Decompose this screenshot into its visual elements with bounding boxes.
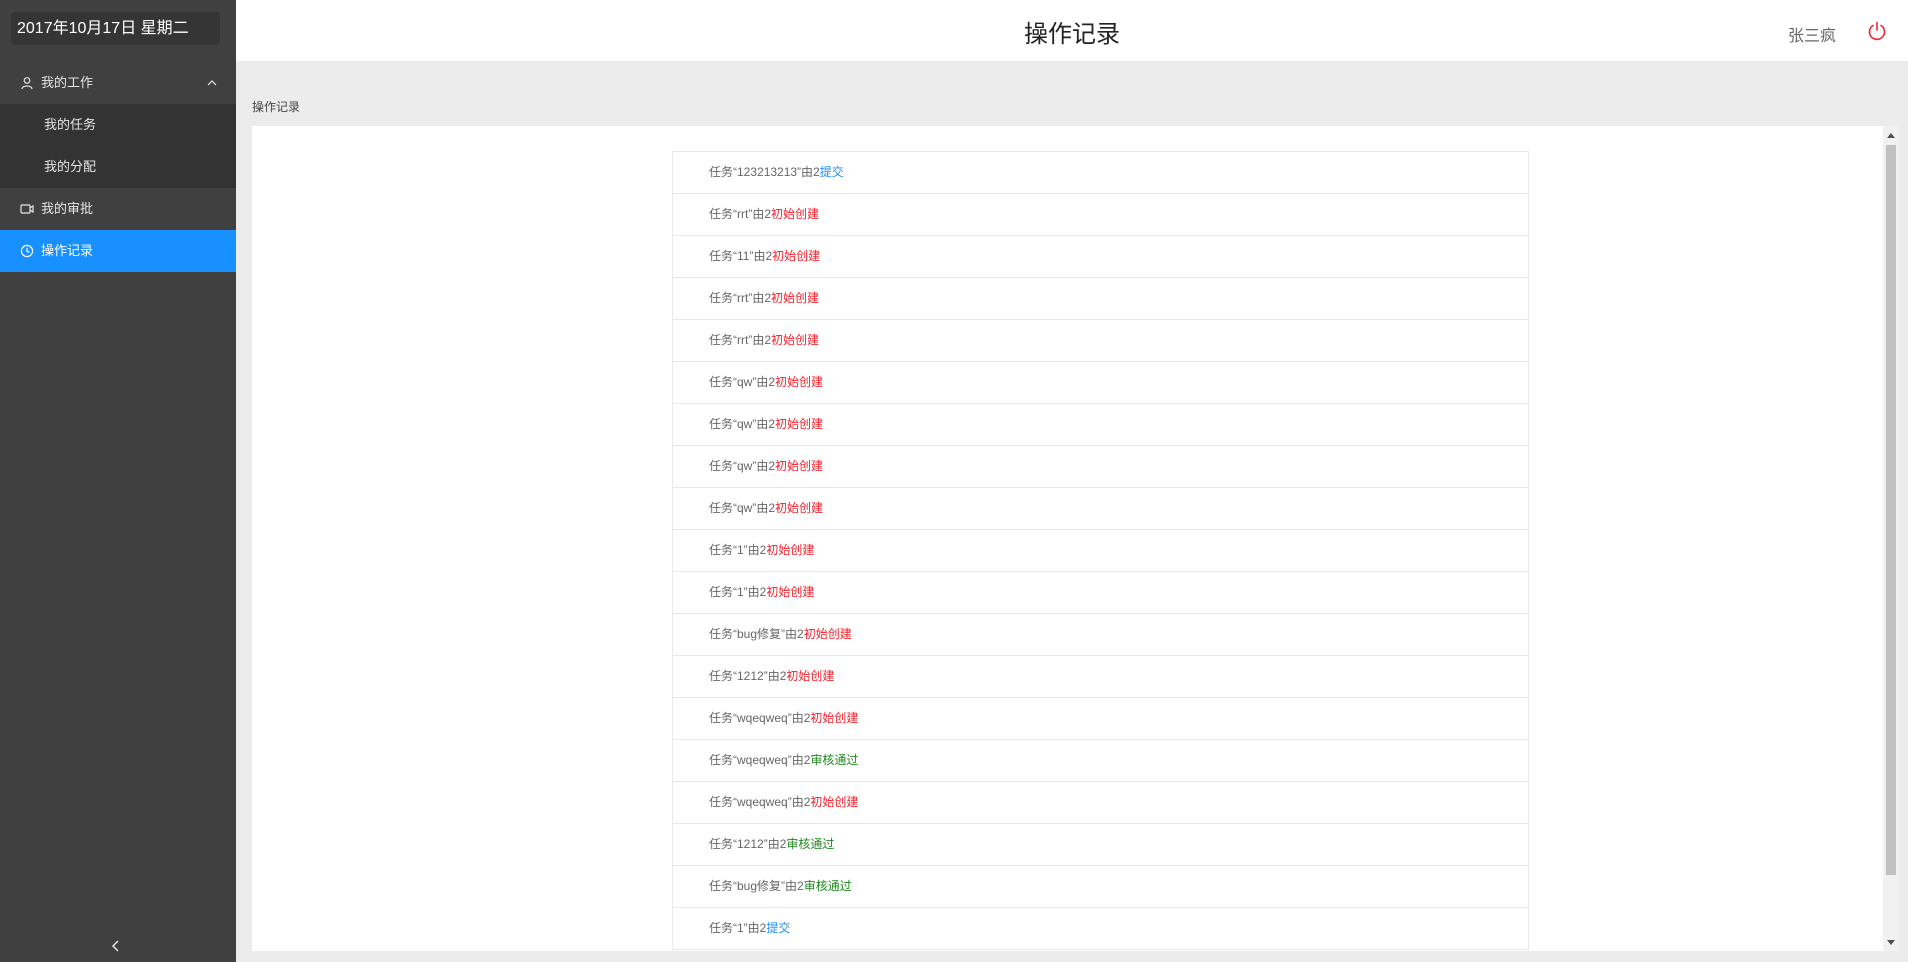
- record-text: 任务“bug修复”由2: [709, 627, 804, 641]
- date-display: 2017年10月17日 星期二: [11, 12, 220, 45]
- record-row: 任务“bug修复”由2审核通过: [673, 866, 1528, 908]
- record-action: 初始创建: [766, 585, 815, 599]
- record-text: 任务“qw”由2: [709, 375, 776, 389]
- record-action: 初始创建: [771, 333, 820, 347]
- record-text: 任务“wqeqweq”由2: [709, 753, 811, 767]
- sidebar-item-op-records[interactable]: 操作记录: [0, 230, 236, 272]
- record-action: 初始创建: [775, 375, 824, 389]
- record-text: 任务“123213213”由2: [709, 165, 820, 179]
- record-text: 任务“qw”由2: [709, 501, 776, 515]
- record-action: 提交: [819, 165, 844, 179]
- record-row: 任务“wqeqweq”由2初始创建: [673, 698, 1528, 740]
- breadcrumb: 操作记录: [252, 100, 301, 114]
- record-text: 任务“1212”由2: [709, 669, 787, 683]
- record-row: 任务“rrt”由2初始创建: [673, 194, 1528, 236]
- record-row: 任务“1212”由2初始创建: [673, 656, 1528, 698]
- record-text: 任务“1212”由2: [709, 837, 787, 851]
- record-action: 初始创建: [810, 711, 859, 725]
- record-action: 提交: [766, 921, 791, 935]
- record-action: 初始创建: [772, 249, 821, 263]
- sidebar: 2017年10月17日 星期二 我的工作 我的任务 我的分配 我的审批 操作记录: [0, 0, 236, 962]
- record-text: 任务“1”由2: [709, 585, 767, 599]
- record-action: 初始创建: [775, 459, 824, 473]
- sidebar-item-my-approval[interactable]: 我的审批: [0, 188, 236, 230]
- sidebar-item-my-work[interactable]: 我的工作: [0, 62, 236, 104]
- record-text: 任务“11”由2: [709, 249, 773, 263]
- page-title: 操作记录: [1024, 21, 1120, 48]
- power-icon[interactable]: [1866, 20, 1888, 42]
- chevron-up-icon: [207, 80, 217, 86]
- record-row: 任务“123213213”由2提交: [673, 152, 1528, 194]
- record-text: 任务“rrt”由2: [709, 333, 771, 347]
- record-text: 任务“qw”由2: [709, 459, 776, 473]
- record-row: 任务“qw”由2初始创建: [673, 488, 1528, 530]
- scroll-thumb[interactable]: [1886, 145, 1896, 875]
- record-row: 任务“qw”由2初始创建: [673, 404, 1528, 446]
- header: 操作记录 张三疯: [236, 0, 1908, 61]
- record-row: 任务“wqeqweq”由2初始创建: [673, 782, 1528, 824]
- record-action: 初始创建: [771, 291, 820, 305]
- record-text: 任务“rrt”由2: [709, 291, 771, 305]
- record-action: 审核通过: [810, 753, 859, 767]
- scroll-up-icon[interactable]: [1887, 132, 1895, 140]
- sidebar-item-label: 操作记录: [41, 243, 94, 258]
- record-text: 任务“rrt”由2: [709, 207, 771, 221]
- record-text: 任务“wqeqweq”由2: [709, 711, 811, 725]
- submenu-my-work: 我的任务 我的分配: [0, 104, 236, 188]
- record-action: 初始创建: [771, 207, 820, 221]
- record-row: 任务“wqeqweq”由2审核通过: [673, 740, 1528, 782]
- record-row: 任务“rrt”由2初始创建: [673, 320, 1528, 362]
- record-row: 任务“bug修复”由2初始创建: [673, 614, 1528, 656]
- record-action: 初始创建: [786, 669, 835, 683]
- video-icon: [20, 204, 34, 214]
- record-action: 初始创建: [775, 501, 824, 515]
- sidebar-item-label: 我的分配: [44, 159, 97, 174]
- record-action: 初始创建: [803, 627, 852, 641]
- scroll-down-icon[interactable]: [1887, 938, 1895, 946]
- record-row: 任务“1”由2提交: [673, 908, 1528, 950]
- user-icon: [21, 77, 33, 90]
- record-row: 任务“qw”由2初始创建: [673, 362, 1528, 404]
- sidebar-item-my-assign[interactable]: 我的分配: [0, 146, 236, 188]
- user-name[interactable]: 张三疯: [1788, 22, 1836, 46]
- record-text: 任务“qw”由2: [709, 417, 776, 431]
- record-text: 任务“1”由2: [709, 921, 767, 935]
- sidebar-item-label: 我的任务: [44, 117, 97, 132]
- record-row: 任务“qw”由2初始创建: [673, 446, 1528, 488]
- record-action: 初始创建: [810, 795, 859, 809]
- record-row: 任务“11”由2初始创建: [673, 236, 1528, 278]
- record-list: 任务“123213213”由2提交 任务“rrt”由2初始创建 任务“11”由2初始…: [672, 151, 1529, 950]
- sidebar-menu: 我的工作 我的任务 我的分配 我的审批 操作记录: [0, 62, 236, 272]
- record-action: 审核通过: [803, 879, 852, 893]
- record-row: 任务“rrt”由2初始创建: [673, 278, 1528, 320]
- chevron-left-icon[interactable]: [108, 938, 124, 954]
- content-panel: 任务“123213213”由2提交 任务“rrt”由2初始创建 任务“11”由2初始…: [252, 126, 1895, 951]
- record-action: 审核通过: [786, 837, 835, 851]
- sidebar-item-my-tasks[interactable]: 我的任务: [0, 104, 236, 146]
- scrollbar[interactable]: [1883, 126, 1899, 951]
- record-row: 任务“1”由2初始创建: [673, 530, 1528, 572]
- record-row: 任务“1”由2初始创建: [673, 572, 1528, 614]
- sidebar-item-label: 我的工作: [41, 75, 94, 90]
- sidebar-item-label: 我的审批: [41, 201, 94, 216]
- record-text: 任务“wqeqweq”由2: [709, 795, 811, 809]
- record-text: 任务“1”由2: [709, 543, 767, 557]
- record-row: 任务“1212”由2审核通过: [673, 824, 1528, 866]
- record-action: 初始创建: [766, 543, 815, 557]
- clock-icon: [20, 244, 34, 258]
- record-action: 初始创建: [775, 417, 824, 431]
- record-text: 任务“bug修复”由2: [709, 879, 804, 893]
